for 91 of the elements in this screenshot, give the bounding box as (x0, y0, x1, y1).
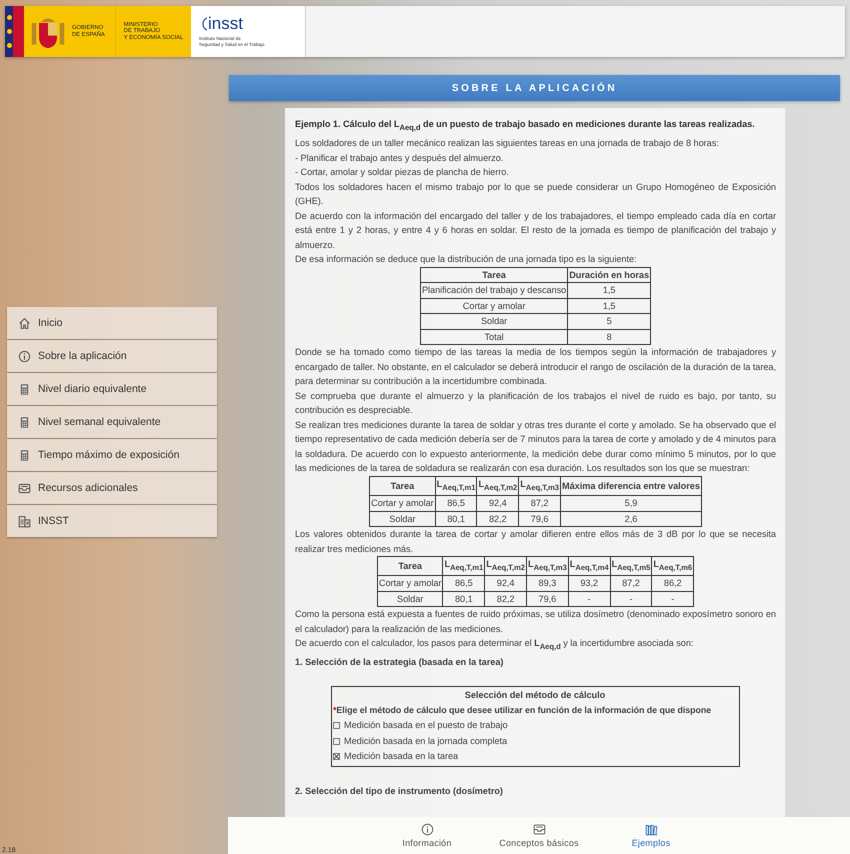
paragraph: De esa información se deduce que la distribución de una jornada tipo es la siguiente: (295, 253, 638, 266)
table-cell: Soldar (420, 314, 568, 330)
table-cell: 1,5 (568, 282, 651, 298)
table-cell: 80,1 (435, 511, 477, 527)
column-header: L$_{Aeq,T,m4}$ (568, 556, 610, 576)
books-icon (644, 823, 658, 836)
checkbox[interactable] (333, 753, 340, 760)
example-heading: Ejemplo 1. Cálculo del L$_{Aeq,d}$ de un puesto de trabajo basado en mediciones durante las tareas realizadas. (295, 118, 756, 134)
panel-title: Selección del método de cálculo (464, 689, 606, 702)
column-header: L$_{Aeq,T,m5}$ (610, 556, 652, 576)
paragraph: Se comprueba que durante el almuerzo y la planificación de los trabajos el nivel de ruido es bajo, por tanto, su contribución es despreciable. (295, 390, 776, 418)
table-cell: 5,9 (560, 496, 702, 512)
building-icon (18, 514, 31, 528)
info-icon (420, 823, 434, 836)
paragraph: De acuerdo con el calculador, los pasos para determinar el L$_{Aeq,d}$ y la incertidumbre asociada son: (295, 637, 694, 654)
home-icon (18, 316, 31, 330)
table-cell: Soldar (370, 511, 436, 527)
step-heading: 1. Selección de la estrategia (basada en la tarea) (295, 656, 504, 669)
table-cell: 92,4 (484, 576, 526, 592)
paragraph: Todos los soldadores hacen el mismo trabajo por lo que se puede considerar un Grupo Homogéneo de Exposición (GHE). (295, 180, 776, 208)
bottom-nav-tab[interactable]: Información (391, 817, 463, 854)
column-header: Duración en horas (568, 267, 651, 283)
column-header: Tarea (370, 476, 436, 496)
calculator-icon (18, 382, 31, 396)
menu-item[interactable]: Sobre la aplicación (7, 340, 217, 372)
table-cell: 93,2 (568, 576, 610, 592)
required-mark: * (333, 704, 336, 715)
calculator-icon (18, 416, 31, 428)
column-header: L$_{Aeq,T,m1}$ (435, 476, 477, 496)
table-cell: 86,5 (442, 576, 485, 592)
menu-item[interactable]: Recursos adicionales (7, 472, 217, 504)
checkbox[interactable] (333, 722, 340, 730)
paragraph: Como la persona está expuesta a fuentes de ruido próximas, se utiliza dosímetro (denominado exposímetro sonoro en el calculador) para la realización de las mediciones. (295, 608, 776, 636)
paragraph: Se realizan tres mediciones durante la tarea de soldar y otras tres durante el corte y amolado. Se ha observado que el tiempo representativo de cada medición debería ser de 7 minutos para la tarea de corte y amolado y de 4 minutos para la soldadura. De acuerdo con lo expuesto anteriormente, la medición debe durar como mínimo 5 minutos, por lo que las mediciones de la tarea de soldadura se realizarán con esa duración. Los resultados son los que se muestran: (295, 418, 776, 476)
table-cell: - (568, 591, 610, 607)
paragraph: - Planificar el trabajo antes y después del almuerzo. (295, 152, 504, 165)
column-header: L$_{Aeq,T,m3}$ (526, 556, 568, 576)
column-header: L$_{Aeq,T,m3}$ (518, 476, 561, 496)
table-cell: Cortar y amolar (420, 298, 568, 314)
table-cell: 79,6 (518, 511, 561, 527)
table-cell: 79,6 (526, 591, 568, 607)
table-cell: Total (420, 329, 568, 345)
menu-item[interactable]: Nivel semanal equivalente (7, 406, 217, 438)
table-cell: 82,2 (484, 591, 526, 607)
page-title-bar: SOBRE LA APLICACIÓN (229, 75, 840, 101)
table-cell: 87,2 (518, 496, 561, 512)
checkbox[interactable] (333, 738, 340, 745)
paragraph: De acuerdo con la información del encargado del taller y de los trabajadores, el tiempo empleado cada día en cortar está entre 1 y 2 horas, y entre 4 y 6 horas en soldar. El resto de la jornada es tiempo de planificación del trabajo y almuerzo. (295, 210, 776, 252)
bottom-nav-tab[interactable]: Ejemplos (615, 817, 687, 854)
table-cell: 86,5 (435, 496, 477, 512)
column-header: L$_{Aeq,T,m1}$ (442, 556, 485, 576)
menu-item[interactable]: Tiempo máximo de exposición (7, 439, 217, 471)
step-heading: 2. Selección del tipo de instrumento (dosímetro) (295, 784, 504, 798)
table-cell: Soldar (377, 591, 443, 607)
insst-logo-text: insst (208, 15, 243, 33)
column-header: L$_{Aeq,T,m6}$ (652, 556, 694, 576)
menu-item[interactable]: INSST (7, 505, 217, 537)
paragraph: Los soldadores de un taller mecánico realizan las siguientes tareas en una jornada de trabajo de 8 horas: (295, 137, 720, 150)
table-cell: 8 (568, 329, 651, 345)
table-cell: Cortar y amolar (377, 576, 443, 592)
column-header: Máxima diferencia entre valores (560, 476, 702, 496)
table-cell: 5 (568, 314, 651, 330)
table-cell: 89,3 (526, 576, 568, 592)
method-option[interactable]: Medición basada en la tarea (333, 749, 737, 764)
table-cell: 80,1 (442, 591, 485, 607)
column-header: L$_{Aeq,T,m2}$ (476, 476, 519, 496)
calculator-icon (18, 448, 31, 462)
table-cell: 87,2 (610, 576, 652, 592)
prompt-label: Elige el método de cálculo que desee utilizar en función de la información de que dispone (336, 704, 712, 715)
table-cell: - (610, 591, 652, 607)
info-icon (18, 350, 31, 362)
menu-item[interactable]: Inicio (7, 307, 217, 339)
paragraph: Donde se ha tomado como tiempo de las tareas la media de los tiempos según la información de trabajadores y encargado de taller. No obstante, en el calculador se deberá introducir el rango de oscilación de la duración de la tarea, para determinar su contribución a la incertidumbre combinada. (295, 346, 776, 388)
paragraph: - Cortar, amolar y soldar piezas de plancha de hierro. (295, 166, 510, 180)
table-cell: Planificación del trabajo y descanso (420, 282, 568, 298)
table-cell: 2,6 (560, 511, 702, 527)
tray-icon (18, 482, 31, 494)
method-option[interactable]: Medición basada en la jornada completa (333, 734, 737, 748)
table-cell: 1,5 (568, 298, 651, 314)
tray-icon (532, 823, 546, 836)
table-cell: 82,2 (476, 511, 519, 527)
column-header: L$_{Aeq,T,m2}$ (484, 556, 526, 576)
table-cell: 86,2 (652, 576, 694, 592)
table-cell: - (652, 591, 694, 607)
menu-item[interactable]: Nivel diario equivalente (7, 373, 217, 405)
table-cell: 92,4 (476, 496, 519, 512)
table-cell: Cortar y amolar (370, 496, 436, 512)
column-header: Tarea (377, 556, 443, 576)
paragraph: Los valores obtenidos durante la tarea de cortar y amolar difieren entre ellos más de 3 dB por lo que se necesita realizar tres mediciones más. (295, 528, 776, 556)
column-header: Tarea (420, 267, 568, 283)
method-option[interactable]: Medición basada en el puesto de trabajo (333, 718, 737, 733)
